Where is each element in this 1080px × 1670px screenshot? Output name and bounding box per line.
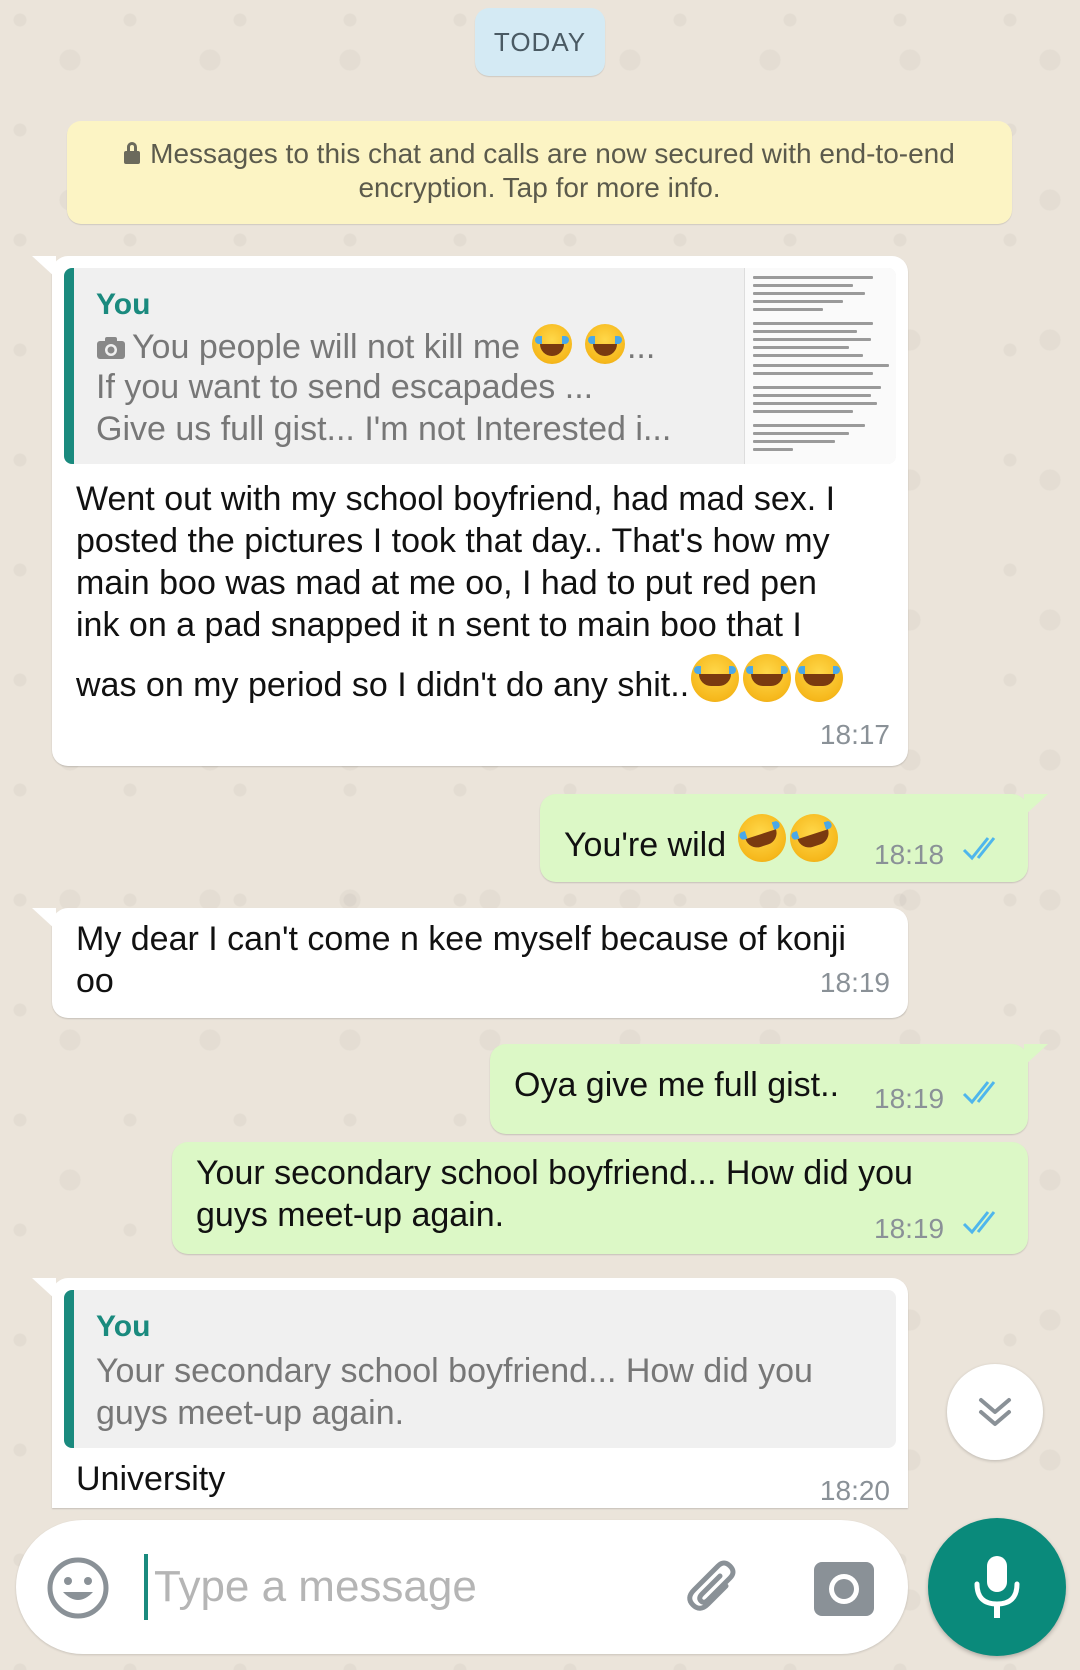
- message-text: University: [76, 1460, 226, 1498]
- date-chip: TODAY: [475, 8, 605, 76]
- quote-author: You: [96, 288, 151, 321]
- message-time: 18:17: [819, 719, 890, 750]
- tears-of-joy-emoji: [584, 324, 625, 364]
- bubble-tail: [1024, 794, 1048, 816]
- message-time: 18:18: [874, 839, 945, 870]
- scroll-to-bottom-button[interactable]: [947, 1364, 1043, 1460]
- message-bubble-outgoing[interactable]: You're wild 18:18: [540, 794, 1048, 882]
- message-text: Went out with my school boyfriend, had m…: [76, 478, 896, 706]
- encryption-notice-text: Messages to this chat and calls are now …: [150, 138, 955, 203]
- mic-icon: [974, 1556, 1020, 1618]
- message-bubble-outgoing[interactable]: Oya give me full gist.. 18:19: [490, 1044, 1048, 1134]
- double-check-icon: [962, 837, 996, 861]
- message-time: 18:20: [819, 1475, 890, 1506]
- rolling-on-floor-laughing-emoji: [783, 807, 844, 869]
- encryption-notice[interactable]: Messages to this chat and calls are now …: [67, 121, 1012, 224]
- message-bubble-incoming[interactable]: You You people will not kill me ... If y…: [32, 256, 908, 766]
- lock-icon: [124, 142, 141, 164]
- quote-line: If you want to send escapades ...: [96, 368, 594, 406]
- emoji-icon: [47, 1557, 109, 1619]
- tears-of-joy-emoji: [743, 654, 792, 702]
- camera-button[interactable]: [812, 1556, 876, 1620]
- quote-line: Give us full gist... I'm not Interested …: [96, 410, 672, 448]
- message-bubble-outgoing[interactable]: Your secondary school boyfriend... How d…: [172, 1142, 1028, 1254]
- message-bubble-incoming[interactable]: My dear I can't come n kee myself becaus…: [32, 908, 908, 1018]
- bubble-tail: [32, 1278, 56, 1300]
- quote-line: Your secondary school boyfriend... How d…: [96, 1352, 813, 1390]
- voice-message-button[interactable]: [928, 1518, 1066, 1656]
- message-text: Your secondary school boyfriend... How d…: [196, 1154, 913, 1234]
- attach-button[interactable]: [682, 1556, 748, 1622]
- camera-button-icon: [814, 1562, 874, 1616]
- message-time: 18:19: [819, 967, 890, 998]
- quote-author: You: [96, 1310, 151, 1343]
- tears-of-joy-emoji: [691, 654, 740, 702]
- quoted-reply[interactable]: You Your secondary school boyfriend... H…: [64, 1290, 896, 1448]
- chevron-double-down-icon: [979, 1398, 1011, 1426]
- camera-icon: [97, 337, 125, 359]
- tears-of-joy-emoji: [795, 654, 844, 702]
- quoted-photo-thumbnail: [744, 268, 896, 464]
- double-check-icon: [962, 1081, 996, 1105]
- emoji-button[interactable]: [46, 1556, 110, 1620]
- message-time: 18:19: [874, 1213, 945, 1244]
- message-time: 18:19: [874, 1083, 945, 1114]
- message-input[interactable]: [144, 1554, 664, 1620]
- message-bubble-incoming[interactable]: You Your secondary school boyfriend... H…: [32, 1278, 908, 1508]
- bubble-tail: [32, 256, 56, 278]
- message-text: Oya give me full gist..: [514, 1066, 840, 1104]
- rolling-on-floor-laughing-emoji: [731, 807, 792, 869]
- bubble-tail: [32, 908, 56, 930]
- double-check-icon: [962, 1211, 996, 1235]
- quoted-reply[interactable]: You You people will not kill me ... If y…: [64, 268, 896, 464]
- message-text: You're wild: [564, 807, 844, 869]
- message-composer: [16, 1520, 908, 1654]
- quote-line: You people will not kill me ...: [96, 324, 655, 368]
- quote-line: guys meet-up again.: [96, 1394, 405, 1432]
- message-text: My dear I can't come n kee myself becaus…: [76, 920, 846, 1000]
- attach-icon: [687, 1560, 736, 1611]
- tears-of-joy-emoji: [531, 324, 572, 364]
- bubble-tail: [1024, 1044, 1048, 1066]
